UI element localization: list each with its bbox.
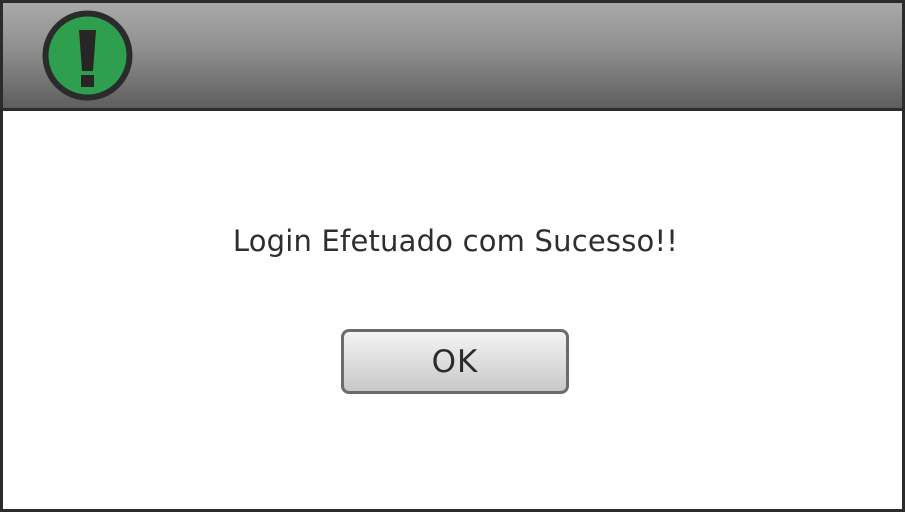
alert-dialog: Login Efetuado com Sucesso!! OK [0,0,905,512]
dialog-titlebar [3,3,902,111]
exclamation-icon [42,10,133,101]
dialog-content: Login Efetuado com Sucesso!! OK [3,111,902,509]
dialog-message: Login Efetuado com Sucesso!! [232,224,679,258]
ok-button[interactable]: OK [341,329,569,394]
